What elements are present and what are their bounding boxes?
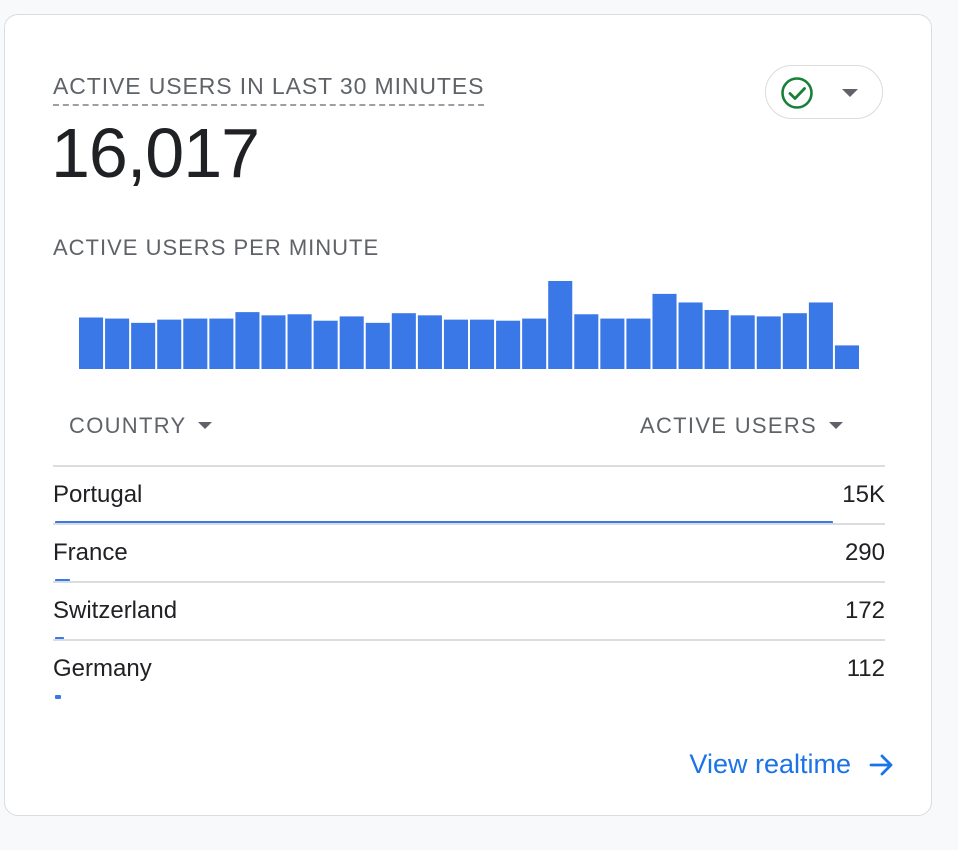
chart-bar[interactable] [470,319,495,369]
chart-bar[interactable] [626,318,651,369]
chevron-down-icon [842,89,858,97]
chart-bar[interactable] [417,315,442,369]
table-divider [53,465,885,467]
chart-bar[interactable] [834,345,859,369]
active-users-per-minute-chart [79,281,859,369]
chart-bar[interactable] [496,320,521,369]
chart-bar[interactable] [365,322,390,369]
sort-dropdown-icon [829,422,843,429]
chart-bar[interactable] [704,309,729,369]
chart-bar[interactable] [183,318,208,369]
country-column-label: COUNTRY [69,413,187,438]
country-share-bar [55,695,61,699]
country-column-header[interactable]: COUNTRY [69,413,213,439]
status-dropdown-button[interactable] [765,65,883,119]
chart-bar[interactable] [313,320,338,369]
chart-bar[interactable] [339,316,364,369]
chart-bar[interactable] [287,314,312,369]
chart-bar[interactable] [600,318,625,369]
table-divider [53,639,885,641]
country-value: 15K [842,481,885,508]
chart-bar[interactable] [678,302,703,369]
table-divider [53,581,885,583]
country-name: Germany [53,655,152,682]
chart-bar[interactable] [235,312,260,369]
country-name: France [53,539,128,566]
chart-bar[interactable] [730,315,755,369]
active-users-column-header[interactable]: ACTIVE USERS [640,413,843,439]
country-name: Switzerland [53,597,178,624]
arrow-right-icon [869,754,893,775]
table-divider [53,523,885,525]
active-users-column-label: ACTIVE USERS [640,413,817,438]
active-users-card: ACTIVE USERS IN LAST 30 MINUTES 16,017 A… [4,14,932,816]
chart-bar[interactable] [209,318,234,369]
chart-bar[interactable] [522,318,547,369]
chart-bar[interactable] [652,293,677,369]
sort-dropdown-icon [198,422,213,429]
chart-bar[interactable] [131,322,156,369]
country-value: 290 [844,539,885,566]
chart-title: ACTIVE USERS PER MINUTE [53,235,380,260]
check-circle-icon [781,77,813,109]
view-realtime-link[interactable]: View realtime [689,749,895,780]
chart-bar[interactable] [391,313,416,369]
country-name: Portugal [53,481,143,508]
chart-bar[interactable] [808,302,833,369]
chart-bar[interactable] [574,314,599,369]
metric-title[interactable]: ACTIVE USERS IN LAST 30 MINUTES [53,73,485,106]
chart-bar[interactable] [79,317,104,369]
chart-bar[interactable] [782,313,807,369]
metric-value: 16,017 [51,114,260,192]
view-realtime-label: View realtime [689,749,851,779]
chart-bar[interactable] [105,318,130,369]
country-value: 172 [844,597,885,624]
country-value: 112 [846,655,885,682]
chart-bar[interactable] [443,319,468,369]
chart-bar[interactable] [548,281,573,369]
chart-bar[interactable] [261,315,286,369]
chart-bar[interactable] [157,319,182,369]
chart-bar[interactable] [756,316,781,369]
